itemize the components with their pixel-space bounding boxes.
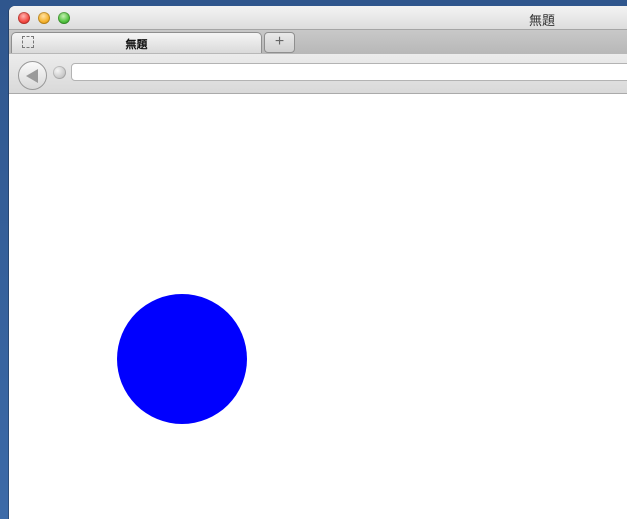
- tab-bar: 無題 +: [9, 29, 627, 56]
- title-bar: 無題: [9, 6, 627, 29]
- back-icon: [26, 69, 38, 83]
- browser-toolbar: [9, 54, 627, 94]
- window-title: 無題: [529, 14, 556, 29]
- zoom-window-button[interactable]: [58, 12, 70, 24]
- page-content: [9, 94, 627, 519]
- back-button[interactable]: [18, 61, 47, 90]
- globe-icon: [53, 66, 66, 79]
- browser-window: 無題 無題 +: [9, 6, 627, 519]
- blue-circle: [117, 294, 247, 424]
- new-tab-button[interactable]: +: [264, 32, 295, 53]
- tab-label: 無題: [125, 38, 148, 51]
- tab-untitled[interactable]: 無題: [11, 32, 262, 53]
- minimize-window-button[interactable]: [38, 12, 50, 24]
- close-window-button[interactable]: [18, 12, 30, 24]
- address-bar[interactable]: [71, 63, 627, 81]
